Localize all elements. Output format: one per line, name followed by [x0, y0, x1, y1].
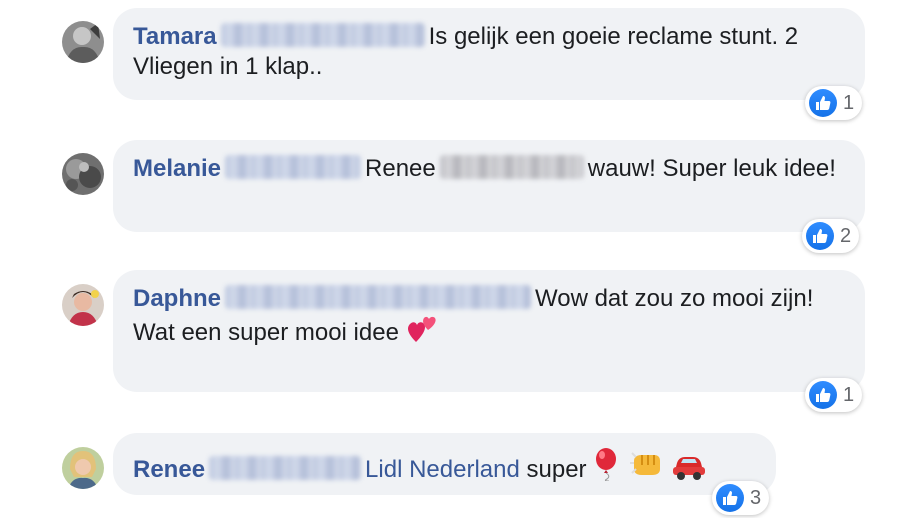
thumbs-up-icon	[806, 222, 834, 250]
comment-bubble: Daphne Wow dat zou zo mooi zijn! Wat een …	[113, 270, 865, 392]
comment-author[interactable]: Daphne	[133, 285, 221, 312]
like-count: 3	[750, 486, 762, 509]
comment-author[interactable]: Renee	[133, 456, 205, 483]
comment-text: wauw! Super leuk idee!	[587, 155, 836, 182]
like-reaction[interactable]: 1	[805, 86, 863, 120]
like-count: 1	[843, 383, 855, 406]
like-reaction[interactable]: 2	[802, 219, 860, 253]
thumbs-up-icon	[716, 484, 744, 512]
mention-name[interactable]: Renee	[365, 155, 436, 182]
like-count: 2	[840, 224, 852, 247]
redacted-surname	[225, 285, 532, 309]
thumbs-up-icon	[809, 89, 837, 117]
avatar-renee[interactable]	[62, 447, 104, 489]
redacted-surname	[209, 456, 362, 480]
comment-author[interactable]: Melanie	[133, 155, 221, 182]
redacted-surname	[220, 23, 425, 47]
car-icon	[671, 451, 707, 489]
avatar-daphne[interactable]	[62, 284, 104, 326]
avatar-melanie[interactable]	[62, 153, 104, 195]
like-reaction[interactable]: 3	[712, 481, 770, 515]
comment-bubble: Tamara Is gelijk een goeie reclame stunt.…	[113, 8, 865, 100]
comment-text-line2: Wat een super mooi idee	[133, 319, 399, 346]
comment-bubble: Renee Lidl Nederland super	[113, 433, 776, 495]
mention-link[interactable]: Lidl Nederland	[365, 456, 520, 483]
like-reaction[interactable]: 1	[805, 378, 863, 412]
redacted-surname	[439, 155, 584, 179]
fist-bump-icon	[629, 451, 664, 489]
two-hearts-icon	[406, 314, 440, 352]
avatar-tamara[interactable]	[62, 21, 104, 63]
redacted-surname	[225, 155, 362, 179]
comment-author[interactable]: Tamara	[133, 23, 217, 50]
comment-text-line1: Wow dat zou zo mooi zijn!	[535, 285, 814, 312]
like-count: 1	[843, 91, 855, 114]
comment-bubble: Melanie Renee wauw! Super leuk idee!	[113, 140, 865, 232]
balloon-icon	[593, 447, 623, 489]
comment-text: super	[526, 456, 587, 483]
thumbs-up-icon	[809, 381, 837, 409]
